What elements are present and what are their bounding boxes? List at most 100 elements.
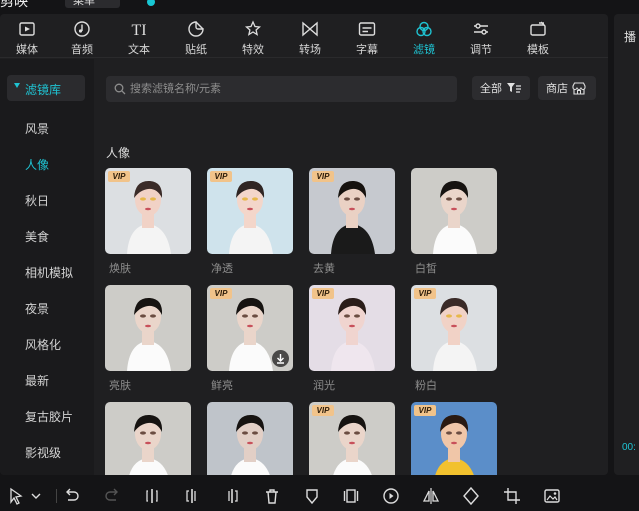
store-icon <box>572 81 586 95</box>
sidebar-item[interactable]: 影视级 <box>25 444 61 461</box>
tab-adjust[interactable]: 调节 <box>456 17 506 57</box>
mark-icon[interactable] <box>302 486 322 506</box>
resource-panel: 媒体 音频 TI 文本 贴纸 特效 转场 字幕 滤镜 调节 模板 滤镜库 风景人像秋日美食相机模拟夜… <box>0 14 608 475</box>
split-left-icon[interactable] <box>182 486 202 506</box>
delete-icon[interactable] <box>262 486 282 506</box>
freeze-icon[interactable] <box>341 486 361 506</box>
tab-text[interactable]: TI 文本 <box>114 17 164 57</box>
media-icon <box>19 22 35 36</box>
redo-icon[interactable] <box>102 486 122 506</box>
filter-name: 净透 <box>211 263 233 275</box>
sidebar-item[interactable]: 秋日 <box>25 192 49 209</box>
menu-button[interactable]: 菜单 <box>65 0 120 8</box>
player-title: 播 <box>624 30 637 44</box>
tab-label: 转场 <box>299 44 321 56</box>
search-input[interactable] <box>130 76 450 102</box>
undo-icon[interactable] <box>62 486 82 506</box>
filter-name: 粉白 <box>415 380 437 392</box>
filter-thumbnail[interactable]: VIP <box>309 285 395 371</box>
tab-template[interactable]: 模板 <box>513 17 563 57</box>
filter-thumbnail[interactable] <box>411 168 497 254</box>
rotate-icon[interactable] <box>461 486 481 506</box>
filter-icon <box>416 21 432 37</box>
vip-badge: VIP <box>108 171 130 182</box>
vip-badge: VIP <box>414 288 436 299</box>
filter-thumbnail[interactable]: VIP <box>207 285 293 371</box>
split-icon[interactable] <box>142 486 162 506</box>
filter-thumbnail[interactable]: VIP <box>105 168 191 254</box>
tab-transition[interactable]: 转场 <box>285 17 335 57</box>
filter-thumbnail[interactable] <box>105 402 191 475</box>
play-reverse-icon[interactable] <box>381 486 401 506</box>
tab-audio[interactable]: 音频 <box>57 17 107 57</box>
vip-badge: VIP <box>312 405 334 416</box>
tab-label: 贴纸 <box>185 44 207 56</box>
mirror-icon[interactable] <box>421 486 441 506</box>
app-window: 剪映 菜单 媒体 音频 TI 文本 贴纸 特效 转场 字幕 滤镜 调节 模板 滤镜库 风景人像秋日美… <box>0 0 639 511</box>
filter-content: 全部 商店 人像 VIP 焕肤 VIP 净透 VIP 去黄 白皙亮肤 VIP 鲜亮 VIP 润光 VI… <box>94 59 608 475</box>
filter-thumbnail[interactable]: VIP <box>411 285 497 371</box>
tab-label: 字幕 <box>356 44 378 56</box>
sidebar-item[interactable]: 美食 <box>25 228 49 245</box>
vip-badge: VIP <box>312 171 334 182</box>
sticker-icon <box>188 21 204 37</box>
title-bar: 剪映 菜单 <box>0 0 639 10</box>
filter-name: 亮肤 <box>109 380 131 392</box>
template-icon <box>530 21 546 36</box>
filter-thumbnail[interactable] <box>105 285 191 371</box>
sidebar-item[interactable]: 风景 <box>25 120 49 137</box>
filter-library-label: 滤镜库 <box>25 83 62 97</box>
filter-thumbnail[interactable]: VIP <box>309 402 395 475</box>
download-icon[interactable] <box>272 350 289 367</box>
tab-sticker[interactable]: 贴纸 <box>171 17 221 57</box>
filter-name: 去黄 <box>313 263 335 275</box>
sidebar-item[interactable]: 人像 <box>25 156 49 173</box>
sidebar-item[interactable]: 夜景 <box>25 300 49 317</box>
tab-filter[interactable]: 滤镜 <box>399 17 449 57</box>
transition-icon <box>302 21 318 37</box>
status-dot <box>147 0 155 6</box>
tab-media[interactable]: 媒体 <box>2 17 52 57</box>
text-icon: TI <box>131 22 146 39</box>
search-icon <box>114 83 126 95</box>
store-button[interactable]: 商店 <box>538 76 596 100</box>
sidebar-item[interactable]: 复古胶片 <box>25 408 73 425</box>
filter-library-header[interactable]: 滤镜库 <box>7 75 85 101</box>
filter-sidebar: 滤镜库 风景人像秋日美食相机模拟夜景风格化最新复古胶片影视级 <box>0 59 94 475</box>
filter-thumbnail[interactable]: VIP <box>207 168 293 254</box>
audio-icon <box>74 21 90 37</box>
player-panel: 播 00: <box>614 14 639 475</box>
adjust-icon <box>474 23 488 35</box>
filter-name: 鲜亮 <box>211 380 233 392</box>
tab-label: 文本 <box>128 44 150 56</box>
tab-subtitle[interactable]: 字幕 <box>342 17 392 57</box>
vip-badge: VIP <box>312 288 334 299</box>
split-right-icon[interactable] <box>222 486 242 506</box>
sidebar-item[interactable]: 最新 <box>25 372 49 389</box>
tab-effects[interactable]: 特效 <box>228 17 278 57</box>
app-name: 剪映 <box>0 0 28 9</box>
player-time: 00: <box>622 442 636 453</box>
effects-icon <box>244 20 262 36</box>
crop-icon[interactable] <box>502 486 522 506</box>
search-box[interactable] <box>106 76 457 102</box>
vip-badge: VIP <box>414 405 436 416</box>
sidebar-item[interactable]: 相机模拟 <box>25 264 73 281</box>
section-title: 人像 <box>106 146 131 160</box>
vip-badge: VIP <box>210 171 232 182</box>
select-arrow-icon[interactable] <box>6 486 26 506</box>
chevron-down-icon[interactable] <box>26 486 46 506</box>
filter-thumbnail[interactable]: VIP <box>309 168 395 254</box>
tab-label: 调节 <box>470 44 492 56</box>
filter-name: 润光 <box>313 380 335 392</box>
filter-thumbnail[interactable]: VIP <box>411 402 497 475</box>
tab-label: 媒体 <box>16 44 38 56</box>
store-label: 商店 <box>546 83 568 95</box>
filter-all-button[interactable]: 全部 <box>472 76 530 100</box>
filter-name: 焕肤 <box>109 263 131 275</box>
smart-image-icon[interactable] <box>542 486 562 506</box>
filter-thumbnail[interactable] <box>207 402 293 475</box>
caret-down-icon <box>14 83 20 88</box>
tab-label: 音频 <box>71 44 93 56</box>
sidebar-item[interactable]: 风格化 <box>25 336 61 353</box>
